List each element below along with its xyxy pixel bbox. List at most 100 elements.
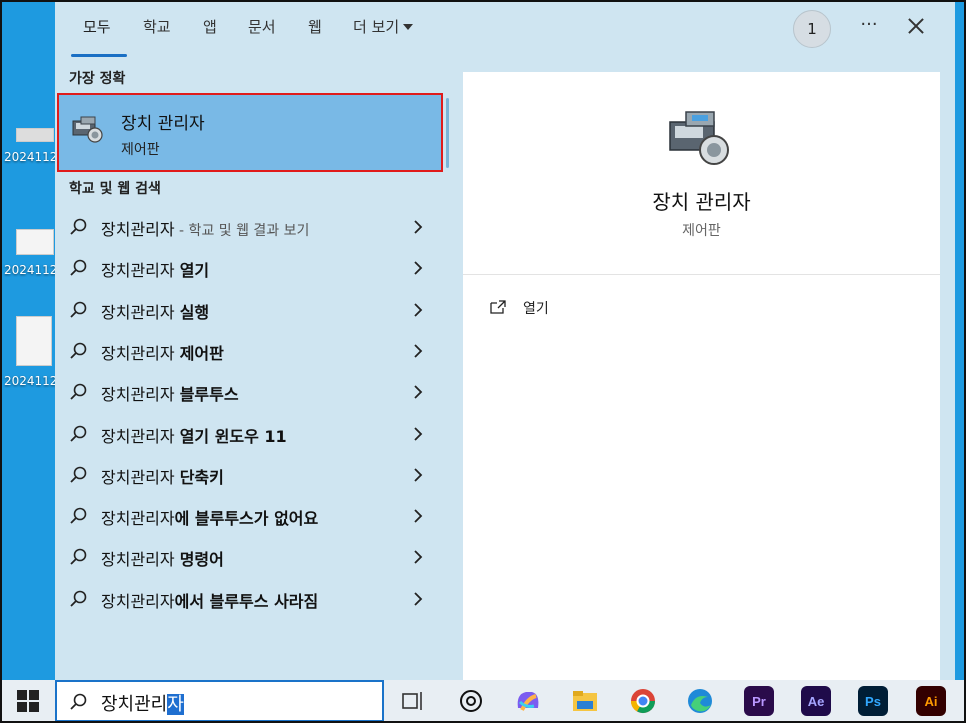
search-suggestion-item[interactable]: 장치관리자에서 블루투스 사라짐 — [55, 579, 443, 619]
edge-icon[interactable] — [685, 686, 715, 716]
search-suggestion-item[interactable]: 장치관리자에 블루투스가 없어요 — [55, 496, 443, 536]
desktop-file-3[interactable]: 2024112 — [0, 314, 58, 390]
search-icon — [70, 425, 87, 442]
chevron-right-icon[interactable] — [413, 302, 423, 318]
suggestion-text: 장치관리자에 블루투스가 없어요 — [101, 505, 318, 529]
search-icon — [70, 259, 87, 276]
search-suggestion-item[interactable]: 장치관리자 제어판 — [55, 331, 443, 371]
open-icon — [490, 300, 506, 314]
query-typed: 장치관리 — [101, 694, 168, 715]
suggestion-query: 장치관리자 — [101, 385, 180, 405]
suggestion-query: 장치관리자 — [101, 509, 175, 529]
search-suggestion-item[interactable]: 장치관리자 열기 — [55, 248, 443, 288]
device-manager-icon — [669, 111, 729, 165]
taskbar-search-input[interactable]: 장치관리자 — [55, 680, 384, 722]
search-icon — [70, 590, 87, 607]
desktop-file-label: 2024112 — [4, 263, 58, 277]
file-explorer-icon[interactable] — [570, 686, 600, 716]
search-icon — [70, 383, 87, 400]
suggestion-completion: 명령어 — [179, 550, 224, 570]
chevron-right-icon[interactable] — [413, 426, 423, 442]
search-icon — [70, 301, 87, 318]
chevron-right-icon[interactable] — [413, 508, 423, 524]
suggestion-text: 장치관리자 단축키 — [101, 464, 224, 488]
rewards-badge[interactable]: 1 — [793, 10, 831, 48]
suggestion-text: 장치관리자 블루투스 — [101, 381, 239, 405]
search-query-text: 장치관리자 — [101, 690, 184, 716]
suggestion-query: 장치관리자 — [101, 302, 180, 322]
search-suggestion-item[interactable]: 장치관리자 블루투스 — [55, 372, 443, 412]
windows-start-icon[interactable] — [17, 690, 39, 712]
illustrator-icon[interactable]: Ai — [916, 686, 946, 716]
detail-pane: 장치 관리자 제어판 열기 — [463, 72, 940, 680]
scrollbar[interactable] — [446, 98, 449, 168]
tab-school[interactable]: 학교 — [143, 16, 171, 37]
chevron-right-icon[interactable] — [413, 591, 423, 607]
chevron-right-icon[interactable] — [413, 384, 423, 400]
tab-more-label: 더 보기 — [353, 18, 400, 36]
desktop-file-label: 2024112 — [4, 374, 58, 388]
search-icon — [70, 342, 87, 359]
detail-title: 장치 관리자 — [652, 190, 751, 214]
active-tab-indicator — [71, 54, 127, 57]
best-match-title: 장치 관리자 — [121, 114, 205, 134]
suggestion-text: 장치관리자 명령어 — [101, 546, 224, 570]
suggestion-query: 장치관리자 — [101, 343, 180, 363]
desktop-file-1[interactable]: 2024112 — [0, 122, 57, 170]
premiere-pro-icon[interactable]: Pr — [744, 686, 774, 716]
suggestion-query: 장치관리자 — [101, 220, 175, 239]
search-icon — [70, 549, 87, 566]
chrome-icon[interactable] — [628, 686, 658, 716]
suggestion-completion: 에 블루투스가 없어요 — [174, 509, 319, 529]
file-thumbnail — [16, 128, 54, 142]
suggestion-completion: 열기 윈도우 11 — [179, 426, 287, 446]
tab-documents[interactable]: 문서 — [248, 16, 276, 37]
suggestion-query: 장치관리자 — [101, 426, 180, 446]
chevron-right-icon[interactable] — [413, 343, 423, 359]
search-tabs-bar: 모두 학교 앱 문서 웹 더 보기 1 ··· — [55, 0, 955, 58]
suggestion-query: 장치관리자 — [101, 261, 180, 281]
suggestion-completion: 에서 블루투스 사라짐 — [174, 591, 319, 611]
taskbar: 장치관리자 Pr Ae Ps Ai — [0, 680, 966, 723]
file-thumbnail — [16, 229, 54, 255]
search-suggestion-item[interactable]: 장치관리자 - 학교 및 웹 결과 보기 — [55, 207, 443, 247]
tab-web[interactable]: 웹 — [308, 16, 322, 37]
chevron-down-icon — [403, 24, 414, 30]
search-panel: 모두 학교 앱 문서 웹 더 보기 1 ··· 가장 정확 장치 관리자 제어판… — [55, 0, 955, 680]
suggestion-completion: 제어판 — [179, 343, 224, 363]
suggestion-hint: - 학교 및 웹 결과 보기 — [174, 223, 310, 239]
suggestion-text: 장치관리자 열기 윈도우 11 — [101, 423, 287, 447]
task-view-icon[interactable] — [397, 686, 427, 716]
search-suggestion-item[interactable]: 장치관리자 명령어 — [55, 537, 443, 577]
chevron-right-icon[interactable] — [413, 260, 423, 276]
query-selected: 자 — [167, 694, 184, 715]
suggestion-text: 장치관리자 제어판 — [101, 340, 224, 364]
search-suggestion-item[interactable]: 장치관리자 실행 — [55, 290, 443, 330]
open-action[interactable]: 열기 — [489, 296, 609, 320]
tab-apps[interactable]: 앱 — [203, 16, 217, 37]
photoshop-icon[interactable]: Ps — [858, 686, 888, 716]
search-suggestion-item[interactable]: 장치관리자 단축키 — [55, 455, 443, 495]
more-options-button[interactable]: ··· — [855, 14, 883, 35]
desktop-file-2[interactable]: 2024112 — [0, 225, 58, 281]
search-icon — [70, 507, 87, 524]
best-match-result[interactable]: 장치 관리자 제어판 — [57, 93, 443, 172]
best-match-subtitle: 제어판 — [121, 142, 160, 158]
suggestion-query: 장치관리자 — [101, 591, 175, 611]
chevron-right-icon[interactable] — [413, 219, 423, 235]
close-icon[interactable] — [903, 14, 929, 40]
suggestion-completion: 실행 — [179, 302, 210, 322]
file-thumbnail — [16, 316, 52, 366]
suggestion-completion: 단축키 — [179, 467, 224, 487]
search-suggestion-item[interactable]: 장치관리자 열기 윈도우 11 — [55, 414, 443, 454]
chevron-right-icon[interactable] — [413, 467, 423, 483]
tab-all[interactable]: 모두 — [83, 16, 111, 37]
chevron-right-icon[interactable] — [413, 549, 423, 565]
search-icon — [70, 693, 87, 710]
after-effects-icon[interactable]: Ae — [801, 686, 831, 716]
suggestion-completion: 열기 — [179, 261, 210, 281]
tab-more[interactable]: 더 보기 — [353, 16, 414, 37]
chatgpt-icon[interactable] — [456, 686, 486, 716]
suggestion-text: 장치관리자 열기 — [101, 257, 209, 281]
copilot-icon[interactable] — [513, 686, 543, 716]
